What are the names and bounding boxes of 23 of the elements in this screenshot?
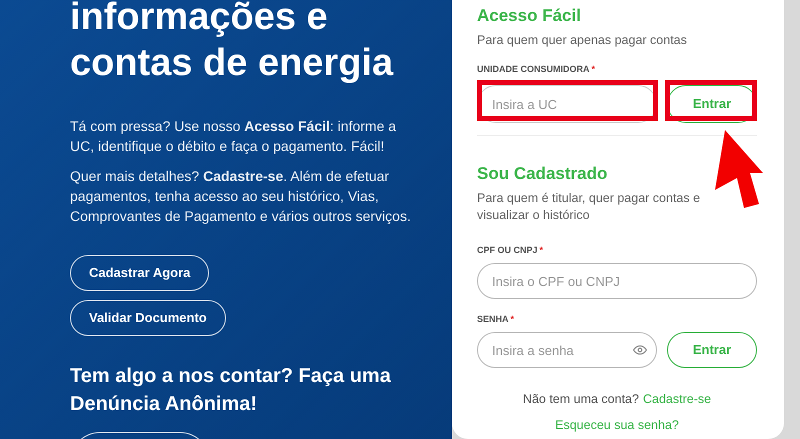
section-title: Acesso Fácil bbox=[477, 5, 582, 27]
field-label: CPF OU CNPJ bbox=[477, 244, 538, 256]
password-input-field[interactable]: Insira a senha bbox=[477, 332, 657, 368]
required-mark: * bbox=[540, 244, 544, 256]
field-label: SENHA bbox=[477, 313, 509, 325]
section-subtitle: Para quem é titular, quer pagar contas e visualizar o histórico bbox=[477, 190, 702, 224]
required-mark: * bbox=[592, 63, 596, 75]
signup-prompt: Não tem uma conta? bbox=[522, 391, 639, 407]
hero-title: informações e contas de energia bbox=[70, 0, 394, 86]
outline-button[interactable]: Validar Documento bbox=[70, 300, 226, 336]
required-mark: * bbox=[510, 313, 514, 325]
signup-link[interactable]: Cadastre-se bbox=[642, 391, 712, 407]
section-title: Sou Cadastrado bbox=[477, 163, 608, 185]
cpf-input-field[interactable]: Insira o CPF ou CNPJ bbox=[477, 263, 757, 299]
enter-button[interactable]: Entrar bbox=[667, 332, 757, 368]
hero-paragraph: Quer mais detalhes? Cadastre-se. Além de efetuar pagamentos, tenha acesso ao seu histórico, Vias, Comprovantes de Pagamento e vários outros serviços. bbox=[70, 167, 412, 226]
section-subtitle: Para quem quer apenas pagar contas bbox=[477, 32, 688, 49]
forgot-password-link[interactable]: Esqueceu sua senha? bbox=[555, 417, 679, 433]
hero-paragraph: Tá com pressa? Use nosso Acesso Fácil: informe a UC, identifique o débito e faça o pagamento. Fácil! bbox=[70, 117, 398, 156]
eye-icon[interactable] bbox=[633, 343, 647, 357]
field-label: UNIDADE CONSUMIDORA bbox=[477, 63, 590, 75]
report-title: Tem algo a nos contar? Faça uma Denúncia Anônima! bbox=[70, 364, 392, 417]
outline-button[interactable]: Cadastrar Agora bbox=[70, 255, 210, 291]
